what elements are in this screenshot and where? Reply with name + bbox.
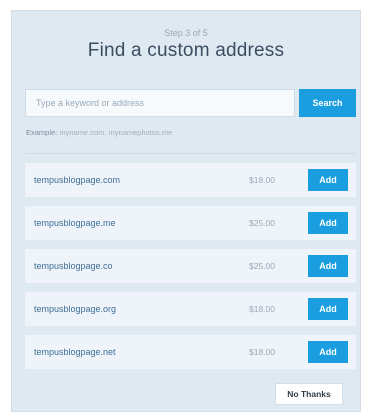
example-label: Example:: [26, 128, 58, 137]
page-title: Find a custom address: [87, 40, 285, 61]
add-domain-button[interactable]: Add: [308, 212, 348, 234]
domain-price: $18.00: [249, 347, 275, 357]
domain-results-list: tempusblogpage.com $18.00 Add tempusblog…: [25, 163, 356, 378]
domain-name: tempusblogpage.co: [34, 261, 113, 271]
example-hint: Example: myname.com, mynamephotos.me: [26, 128, 172, 137]
divider: [25, 153, 356, 154]
add-domain-button[interactable]: Add: [308, 255, 348, 277]
add-domain-button[interactable]: Add: [308, 298, 348, 320]
search-bar: Search: [25, 89, 356, 119]
domain-result-row: tempusblogpage.net $18.00 Add: [25, 335, 356, 369]
domain-result-row: tempusblogpage.com $18.00 Add: [25, 163, 356, 197]
domain-result-row: tempusblogpage.org $18.00 Add: [25, 292, 356, 326]
domain-name: tempusblogpage.com: [34, 175, 121, 185]
search-input[interactable]: [25, 89, 295, 117]
add-domain-button[interactable]: Add: [308, 341, 348, 363]
add-domain-button[interactable]: Add: [308, 169, 348, 191]
no-thanks-button[interactable]: No Thanks: [275, 383, 343, 405]
search-button[interactable]: Search: [299, 89, 356, 117]
domain-name: tempusblogpage.org: [34, 304, 117, 314]
domain-result-row: tempusblogpage.co $25.00 Add: [25, 249, 356, 283]
domain-result-row: tempusblogpage.me $25.00 Add: [25, 206, 356, 240]
domain-search-panel: Step 3 of 5 Find a custom address Search…: [11, 10, 361, 412]
domain-price: $18.00: [249, 304, 275, 314]
domain-price: $18.00: [249, 175, 275, 185]
domain-price: $25.00: [249, 218, 275, 228]
domain-name: tempusblogpage.net: [34, 347, 116, 357]
domain-name: tempusblogpage.me: [34, 218, 116, 228]
domain-price: $25.00: [249, 261, 275, 271]
step-indicator: Step 3 of 5: [164, 28, 208, 38]
example-text: myname.com, mynamephotos.me: [57, 128, 173, 137]
